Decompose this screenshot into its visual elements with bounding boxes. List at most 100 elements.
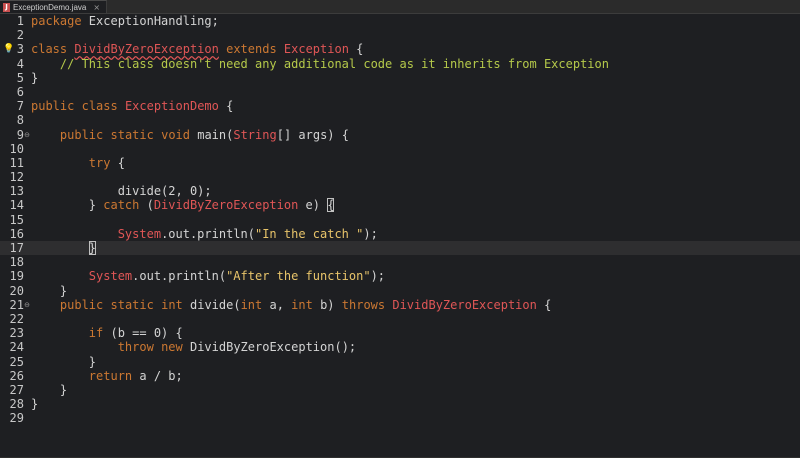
line-number: 25 bbox=[9, 354, 24, 369]
code-token: .out.println( bbox=[161, 226, 255, 241]
code-line[interactable]: 6 bbox=[0, 85, 800, 99]
line-number: 28 bbox=[9, 397, 24, 412]
line-number: 9 bbox=[16, 127, 24, 142]
code-text: } catch (DividByZeroException e) { bbox=[31, 198, 335, 213]
code-token: { bbox=[348, 42, 364, 57]
class-name-token: Exception bbox=[283, 42, 349, 57]
ide-window: J ExceptionDemo.java × 1 package Exceptio… bbox=[0, 0, 800, 457]
code-token: ( bbox=[139, 198, 154, 213]
code-line[interactable]: 24 throw new DividByZeroException(); bbox=[0, 340, 800, 354]
code-line[interactable]: 29 bbox=[0, 411, 800, 425]
line-number: 19 bbox=[9, 269, 24, 284]
code-token: divide(2, 0); bbox=[31, 184, 212, 199]
code-line[interactable]: 23 if (b == 0) { bbox=[0, 326, 800, 340]
code-line[interactable]: 16 System.out.println("In the catch "); bbox=[0, 227, 800, 241]
code-line[interactable]: 20 } bbox=[0, 284, 800, 298]
line-number: 20 bbox=[9, 283, 24, 298]
code-line[interactable]: 10 bbox=[0, 142, 800, 156]
line-number: 14 bbox=[9, 198, 24, 213]
line-number: 4 bbox=[16, 56, 24, 71]
code-line[interactable]: 18 bbox=[0, 255, 800, 269]
tab-exceptiondemo-java[interactable]: J ExceptionDemo.java × bbox=[0, 0, 108, 13]
code-token: [] args) { bbox=[276, 127, 349, 142]
line-number: 24 bbox=[9, 340, 24, 355]
code-token: main( bbox=[190, 127, 234, 142]
code-line[interactable]: 14 } catch (DividByZeroException e) { bbox=[0, 198, 800, 213]
line-number: 6 bbox=[16, 84, 24, 99]
code-token: e) bbox=[298, 198, 328, 213]
line-number: 29 bbox=[9, 411, 24, 426]
code-line[interactable]: 4 // This class doesn't need any additio… bbox=[0, 57, 800, 71]
code-line[interactable]: 8 bbox=[0, 113, 800, 127]
code-text: } bbox=[31, 284, 67, 298]
line-number: 3 bbox=[16, 42, 24, 57]
code-line[interactable]: 22 bbox=[0, 312, 800, 326]
code-line[interactable]: 26 return a / b; bbox=[0, 369, 800, 383]
code-token: (b == 0) { bbox=[103, 326, 183, 341]
code-line[interactable]: 7 public class ExceptionDemo { bbox=[0, 99, 800, 113]
line-number: 21 bbox=[9, 297, 24, 312]
code-text: package ExceptionHandling; bbox=[31, 14, 219, 28]
code-line[interactable]: 17 } bbox=[0, 241, 800, 256]
code-text: public class ExceptionDemo { bbox=[31, 99, 233, 113]
code-text: System.out.println("After the function")… bbox=[31, 269, 385, 283]
code-line[interactable]: 1 package ExceptionHandling; bbox=[0, 14, 800, 28]
fold-collapse-icon[interactable]: ⊖ bbox=[24, 128, 30, 142]
code-line[interactable]: 2 bbox=[0, 28, 800, 42]
keyword-token: int bbox=[240, 297, 263, 312]
code-line[interactable]: 9 ⊖ public static void main(String[] args… bbox=[0, 128, 800, 142]
line-number: 16 bbox=[9, 226, 24, 241]
code-line[interactable]: 19 System.out.println("After the functio… bbox=[0, 269, 800, 283]
code-token: ExceptionHandling; bbox=[81, 14, 219, 28]
keyword-token: try bbox=[88, 155, 111, 170]
code-line[interactable]: 21 ⊖ public static int divide(int a, int … bbox=[0, 298, 800, 312]
code-text: // This class doesn't need any additiona… bbox=[31, 57, 609, 71]
code-text: System.out.println("In the catch "); bbox=[31, 227, 378, 241]
keyword-token: new bbox=[161, 340, 183, 355]
line-number: 7 bbox=[16, 99, 24, 114]
code-line[interactable]: 11 try { bbox=[0, 156, 800, 170]
line-number: 15 bbox=[9, 212, 24, 227]
class-name-token: String bbox=[233, 127, 277, 142]
code-line[interactable]: 💡 3 class DividByZeroException extends Exc… bbox=[0, 42, 800, 56]
code-token: } bbox=[31, 397, 39, 412]
code-text: try { bbox=[31, 156, 125, 170]
code-line[interactable]: 28} bbox=[0, 397, 800, 411]
code-text: public static int divide(int a, int b) t… bbox=[31, 298, 551, 312]
code-token: b) bbox=[312, 297, 342, 312]
code-line[interactable]: 5} bbox=[0, 71, 800, 85]
keyword-token: void bbox=[161, 127, 190, 142]
code-editor[interactable]: 1 package ExceptionHandling; 2 💡 3 class Divi… bbox=[0, 14, 800, 458]
code-line[interactable]: 15 bbox=[0, 213, 800, 227]
code-line[interactable]: 13 divide(2, 0); bbox=[0, 184, 800, 198]
code-token: } bbox=[31, 283, 68, 298]
code-line[interactable]: 12 bbox=[0, 170, 800, 184]
line-number: 17 bbox=[9, 241, 24, 255]
code-text: divide(2, 0); bbox=[31, 184, 212, 198]
code-line[interactable]: 27 } bbox=[0, 383, 800, 397]
keyword-token: class bbox=[31, 42, 68, 57]
code-line[interactable]: 25 } bbox=[0, 355, 800, 369]
line-number: 13 bbox=[9, 184, 24, 199]
line-number: 23 bbox=[9, 326, 24, 341]
line-number: 11 bbox=[9, 155, 24, 170]
keyword-token: int bbox=[161, 297, 183, 312]
keyword-token: public bbox=[31, 99, 75, 114]
comment-token: // This class doesn't need any additiona… bbox=[59, 56, 609, 71]
close-icon[interactable]: × bbox=[93, 3, 100, 12]
line-number: 1 bbox=[16, 14, 24, 28]
code-text: } bbox=[31, 71, 38, 85]
keyword-token: package bbox=[31, 14, 82, 28]
fold-collapse-icon[interactable]: ⊖ bbox=[24, 298, 30, 312]
code-token: } bbox=[31, 70, 39, 85]
